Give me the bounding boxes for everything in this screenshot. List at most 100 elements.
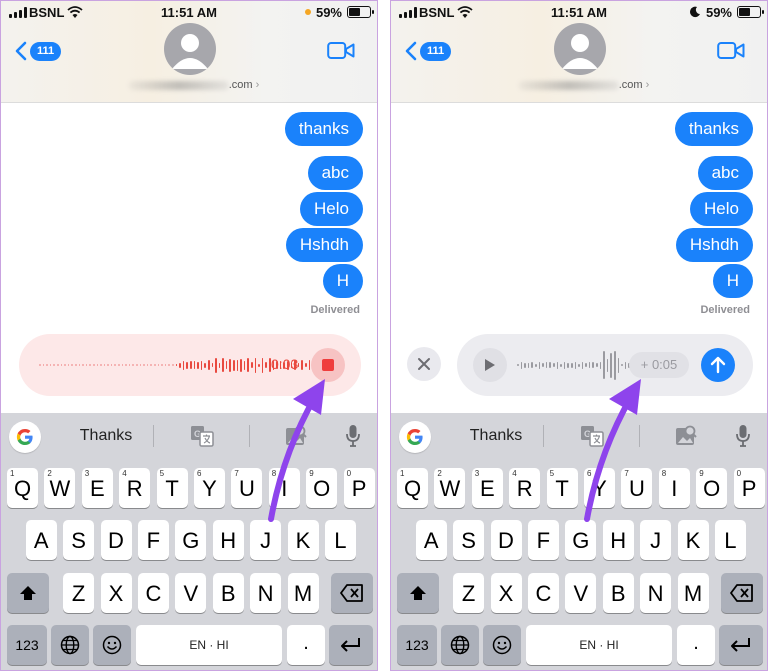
google-icon[interactable] [9,421,41,453]
message-bubble[interactable]: thanks [284,112,363,146]
message-bubble[interactable]: H [712,264,753,298]
numbers-key[interactable]: 123 [397,625,437,665]
return-key[interactable] [719,625,763,665]
contact-email[interactable]: .com › [499,79,669,91]
key-m[interactable]: M [677,573,709,613]
key-c[interactable]: C [527,573,559,613]
contact-email[interactable]: .com › [109,79,279,91]
shift-key[interactable] [397,573,439,613]
message-bubble[interactable]: Helo [690,192,753,226]
key-a[interactable]: A [25,520,57,560]
back-button[interactable]: 111 [15,39,62,63]
key-e[interactable]: 3E [471,468,503,508]
key-l[interactable]: L [324,520,356,560]
emoji-key[interactable] [483,625,521,665]
globe-key[interactable] [441,625,479,665]
period-key[interactable]: . [287,625,325,665]
key-v[interactable]: V [175,573,207,613]
key-n[interactable]: N [250,573,282,613]
contact-avatar[interactable] [164,23,216,75]
emoji-key[interactable] [93,625,131,665]
delete-key[interactable] [331,573,373,613]
key-l[interactable]: L [714,520,746,560]
key-b[interactable]: B [602,573,634,613]
delete-key[interactable] [721,573,763,613]
key-j[interactable]: J [250,520,282,560]
key-d[interactable]: D [490,520,522,560]
key-q[interactable]: 1Q [7,468,38,508]
message-bubble[interactable]: Hshdh [285,228,363,262]
send-button[interactable] [701,348,735,382]
key-g[interactable]: G [175,520,207,560]
return-key[interactable] [329,625,373,665]
key-v[interactable]: V [565,573,597,613]
video-call-icon[interactable] [327,41,355,60]
translate-icon[interactable]: G [190,425,214,447]
message-bubble[interactable]: abc [307,156,363,190]
key-n[interactable]: N [640,573,672,613]
key-q[interactable]: 1Q [397,468,428,508]
back-button[interactable]: 111 [405,39,452,63]
key-u[interactable]: 7U [231,468,263,508]
key-y[interactable]: 6Y [194,468,225,508]
key-w[interactable]: 2W [434,468,466,508]
message-bubble[interactable]: Hshdh [675,228,753,262]
translate-icon[interactable]: G [580,425,604,447]
key-p[interactable]: 0P [343,468,375,508]
microphone-icon[interactable] [735,424,751,448]
globe-key[interactable] [51,625,89,665]
key-j[interactable]: J [640,520,672,560]
key-r[interactable]: 4R [509,468,541,508]
cancel-audio-button[interactable] [407,347,441,381]
image-search-icon[interactable] [675,425,697,447]
message-bubble[interactable]: thanks [674,112,753,146]
key-i[interactable]: 8I [658,468,690,508]
suggestion-word[interactable]: Thanks [453,427,539,445]
key-h[interactable]: H [212,520,244,560]
message-bubble[interactable]: abc [697,156,753,190]
key-y[interactable]: 6Y [584,468,615,508]
numbers-key[interactable]: 123 [7,625,47,665]
image-search-icon[interactable] [285,425,307,447]
message-bubble[interactable]: Helo [300,192,363,226]
space-key[interactable]: EN · HI [526,625,672,665]
key-f[interactable]: F [137,520,169,560]
key-h[interactable]: H [602,520,634,560]
key-x[interactable]: X [490,573,522,613]
key-x[interactable]: X [100,573,132,613]
key-z[interactable]: Z [453,573,485,613]
contact-avatar[interactable] [554,23,606,75]
key-b[interactable]: B [212,573,244,613]
key-u[interactable]: 7U [621,468,653,508]
key-f[interactable]: F [527,520,559,560]
key-z[interactable]: Z [63,573,95,613]
play-button[interactable] [473,348,507,382]
key-e[interactable]: 3E [81,468,113,508]
key-s[interactable]: S [63,520,95,560]
key-t[interactable]: 5T [546,468,578,508]
key-t[interactable]: 5T [156,468,188,508]
key-r[interactable]: 4R [119,468,151,508]
video-call-icon[interactable] [717,41,745,60]
key-s[interactable]: S [453,520,485,560]
key-i[interactable]: 8I [268,468,300,508]
suggestion-word[interactable]: Thanks [63,427,149,445]
key-c[interactable]: C [137,573,169,613]
message-bubble[interactable]: H [322,264,363,298]
key-o[interactable]: 9O [306,468,338,508]
key-k[interactable]: K [677,520,709,560]
google-icon[interactable] [399,421,431,453]
stop-recording-button[interactable] [311,348,345,382]
key-g[interactable]: G [565,520,597,560]
shift-key[interactable] [7,573,49,613]
key-w[interactable]: 2W [44,468,76,508]
key-a[interactable]: A [415,520,447,560]
key-k[interactable]: K [287,520,319,560]
key-d[interactable]: D [100,520,132,560]
key-m[interactable]: M [287,573,319,613]
microphone-icon[interactable] [345,424,361,448]
key-o[interactable]: 9O [696,468,728,508]
key-p[interactable]: 0P [733,468,765,508]
space-key[interactable]: EN · HI [136,625,282,665]
period-key[interactable]: . [677,625,715,665]
